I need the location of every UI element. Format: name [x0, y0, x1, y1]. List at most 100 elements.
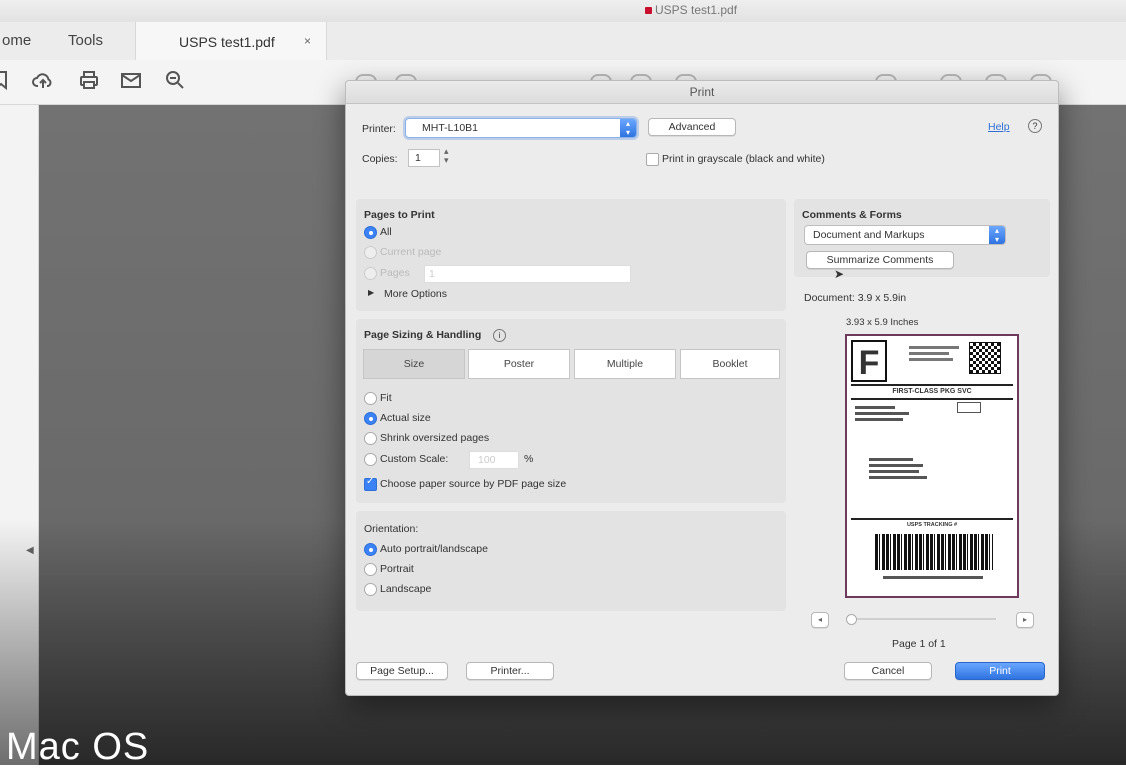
print-dialog: Print Printer: MHT-L10B1 ▴ ▾ Advanced Hel…	[345, 80, 1059, 696]
pages-range-value: 1	[429, 268, 435, 280]
preview-slider-track[interactable]	[846, 618, 996, 620]
email-icon[interactable]	[119, 68, 143, 92]
radio-auto-orientation[interactable]	[364, 543, 377, 556]
comments-forms-title: Comments & Forms	[802, 209, 902, 221]
sizing-segmented-control: Size Poster Multiple Booklet	[363, 349, 780, 379]
radio-current-page[interactable]	[364, 246, 377, 259]
more-options-link[interactable]: More Options	[384, 288, 447, 300]
pages-to-print-title: Pages to Print	[364, 209, 435, 221]
comments-forms-select[interactable]: Document and Markups ▴ ▾	[804, 225, 1006, 245]
zoom-out-icon[interactable]	[163, 68, 187, 92]
printer-label: Printer:	[362, 123, 396, 135]
label-text-line	[909, 358, 953, 361]
dialog-title: Print	[689, 85, 715, 99]
cancel-button[interactable]: Cancel	[844, 662, 932, 680]
landscape-label: Landscape	[380, 583, 432, 595]
copies-value: 1	[415, 152, 421, 164]
document-size-label: Document: 3.9 x 5.9in	[804, 292, 907, 304]
label-divider	[851, 518, 1013, 520]
preview-slider-thumb[interactable]	[846, 614, 857, 625]
page-setup-button[interactable]: Page Setup...	[356, 662, 448, 680]
print-icon[interactable]	[77, 68, 101, 92]
page-sizing-panel: Page Sizing & Handling i Size Poster Mul…	[356, 319, 786, 503]
label-text-line	[869, 470, 919, 473]
comments-forms-panel: Comments & Forms Document and Markups ▴ ▾…	[794, 199, 1050, 277]
pages-to-print-panel: Pages to Print All Current page Pages 1 …	[356, 199, 786, 311]
orientation-panel: Orientation: Auto portrait/landscape Por…	[356, 511, 786, 611]
fit-label: Fit	[380, 392, 392, 404]
page-indicator: Page 1 of 1	[892, 638, 946, 650]
grayscale-checkbox[interactable]	[646, 153, 659, 166]
tab-document[interactable]: USPS test1.pdf ×	[135, 22, 327, 60]
all-label: All	[380, 226, 392, 238]
sheet-size-label: 3.93 x 5.9 Inches	[846, 317, 919, 328]
window-title: USPS test1.pdf	[655, 3, 738, 17]
segment-multiple[interactable]: Multiple	[574, 349, 676, 379]
label-text-line	[855, 406, 895, 409]
grayscale-label: Print in grayscale (black and white)	[662, 153, 825, 165]
help-link[interactable]: Help	[988, 121, 1010, 133]
tab-bar: ome Tools USPS test1.pdf ×	[0, 22, 1126, 61]
preview-prev-button[interactable]: ◂	[811, 612, 829, 628]
summarize-comments-button[interactable]: Summarize Comments	[806, 251, 954, 269]
percent-label: %	[524, 453, 534, 465]
printer-select[interactable]: MHT-L10B1 ▴ ▾	[405, 118, 637, 138]
custom-scale-label: Custom Scale:	[380, 453, 449, 465]
label-text-line	[869, 476, 927, 479]
close-tab-icon[interactable]: ×	[304, 34, 311, 48]
app-titlebar: USPS test1.pdf	[0, 0, 1126, 23]
radio-landscape[interactable]	[364, 583, 377, 596]
pages-range-input[interactable]: 1	[424, 265, 631, 283]
radio-pages[interactable]	[364, 267, 377, 280]
radio-shrink[interactable]	[364, 432, 377, 445]
info-icon[interactable]: i	[493, 329, 506, 342]
printer-button[interactable]: Printer...	[466, 662, 554, 680]
help-icon[interactable]: ?	[1028, 119, 1042, 133]
disclosure-triangle-icon[interactable]: ▶	[368, 288, 374, 297]
copies-label: Copies:	[362, 153, 398, 165]
segment-size[interactable]: Size	[363, 349, 465, 379]
bookmark-icon[interactable]	[0, 68, 14, 92]
orientation-title: Orientation:	[364, 523, 419, 535]
auto-orientation-label: Auto portrait/landscape	[380, 543, 488, 555]
tab-home[interactable]: ome	[2, 32, 31, 49]
page-sizing-title: Page Sizing & Handling	[364, 329, 482, 341]
dialog-titlebar: Print	[346, 81, 1058, 104]
current-page-label: Current page	[380, 246, 442, 258]
radio-custom-scale[interactable]	[364, 453, 377, 466]
pdf-file-icon	[645, 7, 652, 14]
segment-poster[interactable]: Poster	[468, 349, 570, 379]
mac-os-caption: Mac OS	[6, 726, 150, 768]
qr-code-icon	[969, 342, 1001, 374]
mouse-cursor-icon: ➤	[834, 267, 845, 281]
popup-arrows-icon: ▴ ▾	[620, 119, 636, 137]
popup-arrows-icon: ▴ ▾	[989, 226, 1005, 244]
actual-size-label: Actual size	[380, 412, 431, 424]
label-text-line	[855, 412, 909, 415]
label-box	[957, 402, 981, 413]
portrait-label: Portrait	[380, 563, 414, 575]
radio-all[interactable]	[364, 226, 377, 239]
advanced-button[interactable]: Advanced	[648, 118, 736, 136]
radio-portrait[interactable]	[364, 563, 377, 576]
shrink-label: Shrink oversized pages	[380, 432, 490, 444]
radio-actual-size[interactable]	[364, 412, 377, 425]
upload-cloud-icon[interactable]	[31, 68, 55, 92]
segment-booklet[interactable]: Booklet	[680, 349, 780, 379]
print-button[interactable]: Print	[955, 662, 1045, 680]
paper-source-checkbox[interactable]	[364, 476, 377, 491]
label-text-line	[869, 458, 913, 461]
label-service-name: FIRST-CLASS PKG SVC	[851, 386, 1013, 400]
printer-value: MHT-L10B1	[422, 122, 479, 134]
custom-scale-input[interactable]: 100	[469, 451, 519, 469]
custom-scale-value: 100	[478, 454, 496, 466]
copies-input[interactable]: 1	[408, 149, 440, 167]
label-text-line	[883, 576, 983, 579]
copies-stepper[interactable]: ▴ ▾	[444, 147, 449, 165]
preview-next-button[interactable]: ▸	[1016, 612, 1034, 628]
label-text-line	[909, 352, 949, 355]
tab-tools[interactable]: Tools	[68, 32, 103, 49]
tab-document-label: USPS test1.pdf	[179, 34, 275, 50]
label-text-line	[869, 464, 923, 467]
radio-fit[interactable]	[364, 392, 377, 405]
